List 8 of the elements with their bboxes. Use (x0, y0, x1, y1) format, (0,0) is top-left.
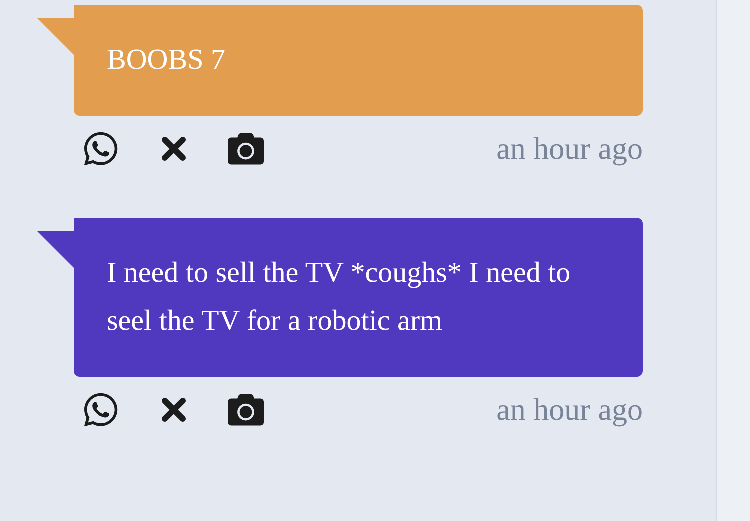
phone-bubble-icon[interactable] (82, 130, 120, 168)
timestamp: an hour ago (496, 392, 643, 428)
phone-bubble-icon[interactable] (82, 391, 120, 429)
timestamp: an hour ago (496, 131, 643, 167)
message-text: BOOBS 7 (107, 43, 226, 78)
message-text: I need to sell the TV *coughs* I need to seel the TV for a robotic arm (107, 256, 572, 339)
camera-icon[interactable] (228, 131, 264, 167)
camera-icon[interactable] (228, 392, 264, 428)
